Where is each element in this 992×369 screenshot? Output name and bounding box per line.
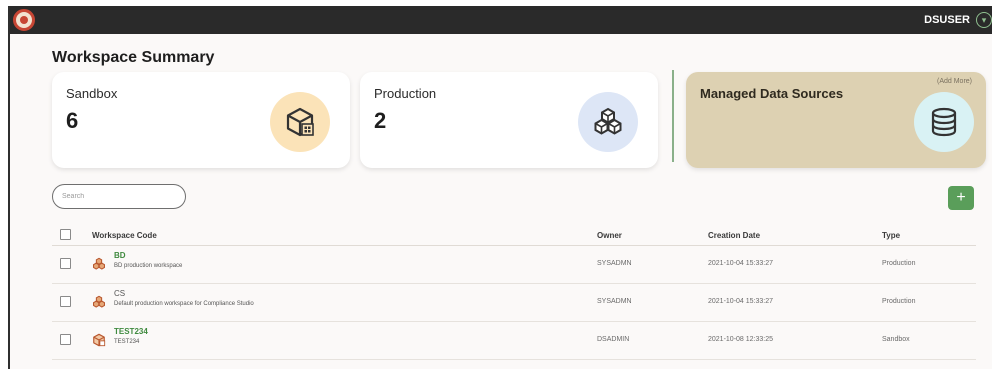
workspace-code-link[interactable]: TEST234: [114, 327, 148, 336]
workspace-type: Production: [882, 260, 916, 267]
workspace-owner: DSADMIN: [597, 336, 630, 343]
table-header-row: Workspace Code Owner Creation Date Type: [52, 222, 976, 246]
production-icon: [93, 295, 105, 308]
workspace-code[interactable]: CS: [114, 289, 125, 298]
workspace-code-link[interactable]: BD: [114, 251, 126, 260]
card-divider: [672, 70, 674, 162]
column-header-code[interactable]: Workspace Code: [92, 231, 157, 240]
top-bar: DSUSER ▾: [10, 6, 992, 34]
row-checkbox[interactable]: [60, 334, 71, 345]
add-more-link[interactable]: (Add More): [937, 78, 972, 85]
production-icon: [93, 257, 105, 270]
sandbox-summary-card[interactable]: Sandbox 6: [52, 72, 350, 168]
managed-label: Managed Data Sources: [700, 86, 844, 101]
production-label: Production: [374, 86, 437, 101]
production-summary-card[interactable]: Production 2: [360, 72, 658, 168]
column-header-owner[interactable]: Owner: [597, 231, 622, 240]
workspace-type: Sandbox: [882, 336, 910, 343]
workspace-description: Default production workspace for Complia…: [114, 301, 254, 307]
workspace-description: TEST234: [114, 339, 140, 345]
workspace-description: BD production workspace: [114, 263, 183, 269]
sandbox-icon: [270, 92, 330, 152]
app-frame: DSUSER ▾ Workspace Summary Sandbox 6 Pro…: [8, 6, 992, 369]
table-row[interactable]: CS Default production workspace for Comp…: [52, 284, 976, 322]
sandbox-icon: [93, 333, 106, 347]
workspace-creation-date: 2021-10-08 12:33:25: [708, 336, 773, 343]
workspace-table: Workspace Code Owner Creation Date Type …: [52, 222, 976, 360]
column-header-type[interactable]: Type: [882, 231, 900, 240]
add-workspace-button[interactable]: +: [948, 186, 974, 210]
row-checkbox[interactable]: [60, 296, 71, 307]
workspace-owner: SYSADMN: [597, 260, 632, 267]
workspace-owner: SYSADMN: [597, 298, 632, 305]
production-icon: [578, 92, 638, 152]
workspace-creation-date: 2021-10-04 15:33:27: [708, 260, 773, 267]
database-icon: [914, 92, 974, 152]
production-count: 2: [374, 108, 387, 133]
table-row[interactable]: BD BD production workspace SYSADMN 2021-…: [52, 246, 976, 284]
page-title: Workspace Summary: [52, 49, 215, 66]
chevron-down-icon[interactable]: ▾: [976, 12, 992, 28]
row-checkbox[interactable]: [60, 258, 71, 269]
user-name[interactable]: DSUSER: [924, 14, 970, 26]
workspace-creation-date: 2021-10-04 15:33:27: [708, 298, 773, 305]
select-all-checkbox[interactable]: [60, 229, 71, 240]
column-header-date[interactable]: Creation Date: [708, 231, 760, 240]
sandbox-count: 6: [66, 108, 79, 133]
menu-icon[interactable]: [13, 9, 35, 31]
table-row[interactable]: TEST234 TEST234 DSADMIN 2021-10-08 12:33…: [52, 322, 976, 360]
search-input[interactable]: [52, 184, 186, 209]
workspace-type: Production: [882, 298, 916, 305]
sandbox-label: Sandbox: [66, 86, 118, 101]
managed-data-sources-card[interactable]: (Add More) Managed Data Sources: [686, 72, 986, 168]
